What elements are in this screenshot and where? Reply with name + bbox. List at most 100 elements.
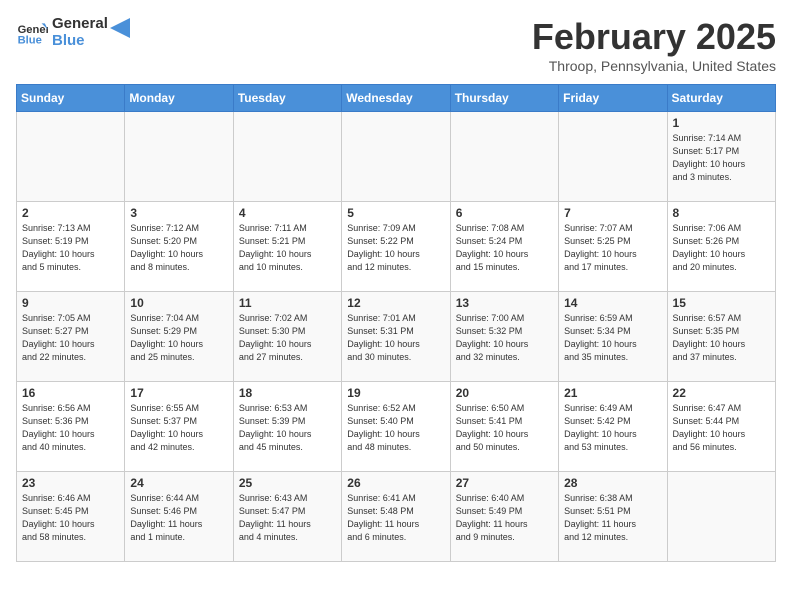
logo-icon: General Blue — [16, 17, 48, 49]
calendar-cell: 22 Sunrise: 6:47 AM Sunset: 5:44 PM Dayli… — [667, 382, 775, 472]
calendar-cell — [450, 112, 558, 202]
calendar-cell: 13Sunrise: 7:00 AM Sunset: 5:32 PM Dayli… — [450, 292, 558, 382]
calendar-cell: 4 Sunrise: 7:11 AM Sunset: 5:21 PM Daylig… — [233, 202, 341, 292]
day-number: 22 — [673, 386, 770, 400]
day-info: Sunrise: 7:06 AM Sunset: 5:26 PM Dayligh… — [673, 222, 770, 274]
calendar-week-row: 1Sunrise: 7:14 AM Sunset: 5:17 PM Daylig… — [17, 112, 776, 202]
day-info: Sunrise: 7:13 AM Sunset: 5:19 PM Dayligh… — [22, 222, 119, 274]
weekday-header: Saturday — [667, 85, 775, 112]
day-number: 11 — [239, 296, 336, 310]
calendar-cell: 27 Sunrise: 6:40 AM Sunset: 5:49 PM Dayli… — [450, 472, 558, 562]
calendar-header-row: SundayMondayTuesdayWednesdayThursdayFrid… — [17, 85, 776, 112]
day-number: 23 — [22, 476, 119, 490]
calendar-cell: 6 Sunrise: 7:08 AM Sunset: 5:24 PM Daylig… — [450, 202, 558, 292]
calendar-cell: 2 Sunrise: 7:13 AM Sunset: 5:19 PM Daylig… — [17, 202, 125, 292]
day-info: Sunrise: 6:46 AM Sunset: 5:45 PM Dayligh… — [22, 492, 119, 544]
calendar-week-row: 9Sunrise: 7:05 AM Sunset: 5:27 PM Daylig… — [17, 292, 776, 382]
weekday-header: Friday — [559, 85, 667, 112]
day-number: 12 — [347, 296, 444, 310]
calendar-cell: 5Sunrise: 7:09 AM Sunset: 5:22 PM Daylig… — [342, 202, 450, 292]
day-number: 8 — [673, 206, 770, 220]
day-info: Sunrise: 6:44 AM Sunset: 5:46 PM Dayligh… — [130, 492, 227, 544]
calendar-body: 1Sunrise: 7:14 AM Sunset: 5:17 PM Daylig… — [17, 112, 776, 562]
day-info: Sunrise: 6:38 AM Sunset: 5:51 PM Dayligh… — [564, 492, 661, 544]
day-number: 4 — [239, 206, 336, 220]
day-info: Sunrise: 6:59 AM Sunset: 5:34 PM Dayligh… — [564, 312, 661, 364]
location: Throop, Pennsylvania, United States — [532, 58, 776, 74]
day-number: 7 — [564, 206, 661, 220]
day-number: 6 — [456, 206, 553, 220]
day-number: 14 — [564, 296, 661, 310]
day-info: Sunrise: 7:12 AM Sunset: 5:20 PM Dayligh… — [130, 222, 227, 274]
calendar-cell: 8 Sunrise: 7:06 AM Sunset: 5:26 PM Daylig… — [667, 202, 775, 292]
day-info: Sunrise: 7:08 AM Sunset: 5:24 PM Dayligh… — [456, 222, 553, 274]
day-number: 26 — [347, 476, 444, 490]
calendar-cell: 10 Sunrise: 7:04 AM Sunset: 5:29 PM Dayli… — [125, 292, 233, 382]
day-number: 15 — [673, 296, 770, 310]
title-area: February 2025 Throop, Pennsylvania, Unit… — [532, 16, 776, 74]
weekday-header: Wednesday — [342, 85, 450, 112]
calendar-cell — [125, 112, 233, 202]
day-info: Sunrise: 6:47 AM Sunset: 5:44 PM Dayligh… — [673, 402, 770, 454]
calendar-cell: 3Sunrise: 7:12 AM Sunset: 5:20 PM Daylig… — [125, 202, 233, 292]
day-info: Sunrise: 7:07 AM Sunset: 5:25 PM Dayligh… — [564, 222, 661, 274]
day-info: Sunrise: 7:11 AM Sunset: 5:21 PM Dayligh… — [239, 222, 336, 274]
day-info: Sunrise: 7:01 AM Sunset: 5:31 PM Dayligh… — [347, 312, 444, 364]
calendar-cell — [667, 472, 775, 562]
day-number: 5 — [347, 206, 444, 220]
calendar-cell: 17 Sunrise: 6:55 AM Sunset: 5:37 PM Dayli… — [125, 382, 233, 472]
day-info: Sunrise: 6:55 AM Sunset: 5:37 PM Dayligh… — [130, 402, 227, 454]
calendar-week-row: 23 Sunrise: 6:46 AM Sunset: 5:45 PM Dayli… — [17, 472, 776, 562]
calendar-cell — [17, 112, 125, 202]
calendar-cell: 18Sunrise: 6:53 AM Sunset: 5:39 PM Dayli… — [233, 382, 341, 472]
day-number: 10 — [130, 296, 227, 310]
calendar-cell — [342, 112, 450, 202]
day-info: Sunrise: 6:57 AM Sunset: 5:35 PM Dayligh… — [673, 312, 770, 364]
calendar-cell: 24 Sunrise: 6:44 AM Sunset: 5:46 PM Dayli… — [125, 472, 233, 562]
day-number: 27 — [456, 476, 553, 490]
day-info: Sunrise: 7:04 AM Sunset: 5:29 PM Dayligh… — [130, 312, 227, 364]
day-number: 20 — [456, 386, 553, 400]
day-number: 18 — [239, 386, 336, 400]
day-number: 2 — [22, 206, 119, 220]
calendar-week-row: 16 Sunrise: 6:56 AM Sunset: 5:36 PM Dayli… — [17, 382, 776, 472]
day-number: 24 — [130, 476, 227, 490]
day-info: Sunrise: 6:41 AM Sunset: 5:48 PM Dayligh… — [347, 492, 444, 544]
calendar-cell: 1Sunrise: 7:14 AM Sunset: 5:17 PM Daylig… — [667, 112, 775, 202]
day-number: 17 — [130, 386, 227, 400]
day-info: Sunrise: 6:40 AM Sunset: 5:49 PM Dayligh… — [456, 492, 553, 544]
calendar-cell: 11Sunrise: 7:02 AM Sunset: 5:30 PM Dayli… — [233, 292, 341, 382]
day-number: 19 — [347, 386, 444, 400]
calendar-cell: 7 Sunrise: 7:07 AM Sunset: 5:25 PM Daylig… — [559, 202, 667, 292]
logo: General Blue General Blue — [16, 16, 130, 49]
day-info: Sunrise: 6:43 AM Sunset: 5:47 PM Dayligh… — [239, 492, 336, 544]
day-info: Sunrise: 6:50 AM Sunset: 5:41 PM Dayligh… — [456, 402, 553, 454]
svg-text:Blue: Blue — [18, 34, 42, 46]
day-number: 16 — [22, 386, 119, 400]
calendar-cell: 23 Sunrise: 6:46 AM Sunset: 5:45 PM Dayli… — [17, 472, 125, 562]
day-info: Sunrise: 7:05 AM Sunset: 5:27 PM Dayligh… — [22, 312, 119, 364]
day-number: 28 — [564, 476, 661, 490]
weekday-header: Tuesday — [233, 85, 341, 112]
day-info: Sunrise: 7:14 AM Sunset: 5:17 PM Dayligh… — [673, 132, 770, 184]
day-info: Sunrise: 7:00 AM Sunset: 5:32 PM Dayligh… — [456, 312, 553, 364]
page-header: General Blue General Blue February 2025 … — [16, 16, 776, 74]
calendar-cell: 9Sunrise: 7:05 AM Sunset: 5:27 PM Daylig… — [17, 292, 125, 382]
calendar-cell: 25 Sunrise: 6:43 AM Sunset: 5:47 PM Dayli… — [233, 472, 341, 562]
calendar-cell — [559, 112, 667, 202]
calendar-cell: 12 Sunrise: 7:01 AM Sunset: 5:31 PM Dayli… — [342, 292, 450, 382]
calendar-cell — [233, 112, 341, 202]
logo-arrow-icon — [110, 18, 130, 38]
calendar-week-row: 2 Sunrise: 7:13 AM Sunset: 5:19 PM Daylig… — [17, 202, 776, 292]
day-number: 25 — [239, 476, 336, 490]
logo-blue: Blue — [52, 33, 108, 50]
calendar-cell: 21 Sunrise: 6:49 AM Sunset: 5:42 PM Dayli… — [559, 382, 667, 472]
day-info: Sunrise: 6:56 AM Sunset: 5:36 PM Dayligh… — [22, 402, 119, 454]
day-info: Sunrise: 6:52 AM Sunset: 5:40 PM Dayligh… — [347, 402, 444, 454]
day-number: 21 — [564, 386, 661, 400]
calendar-cell: 19 Sunrise: 6:52 AM Sunset: 5:40 PM Dayli… — [342, 382, 450, 472]
weekday-header: Monday — [125, 85, 233, 112]
calendar-cell: 15 Sunrise: 6:57 AM Sunset: 5:35 PM Dayli… — [667, 292, 775, 382]
weekday-header: Sunday — [17, 85, 125, 112]
day-info: Sunrise: 6:49 AM Sunset: 5:42 PM Dayligh… — [564, 402, 661, 454]
